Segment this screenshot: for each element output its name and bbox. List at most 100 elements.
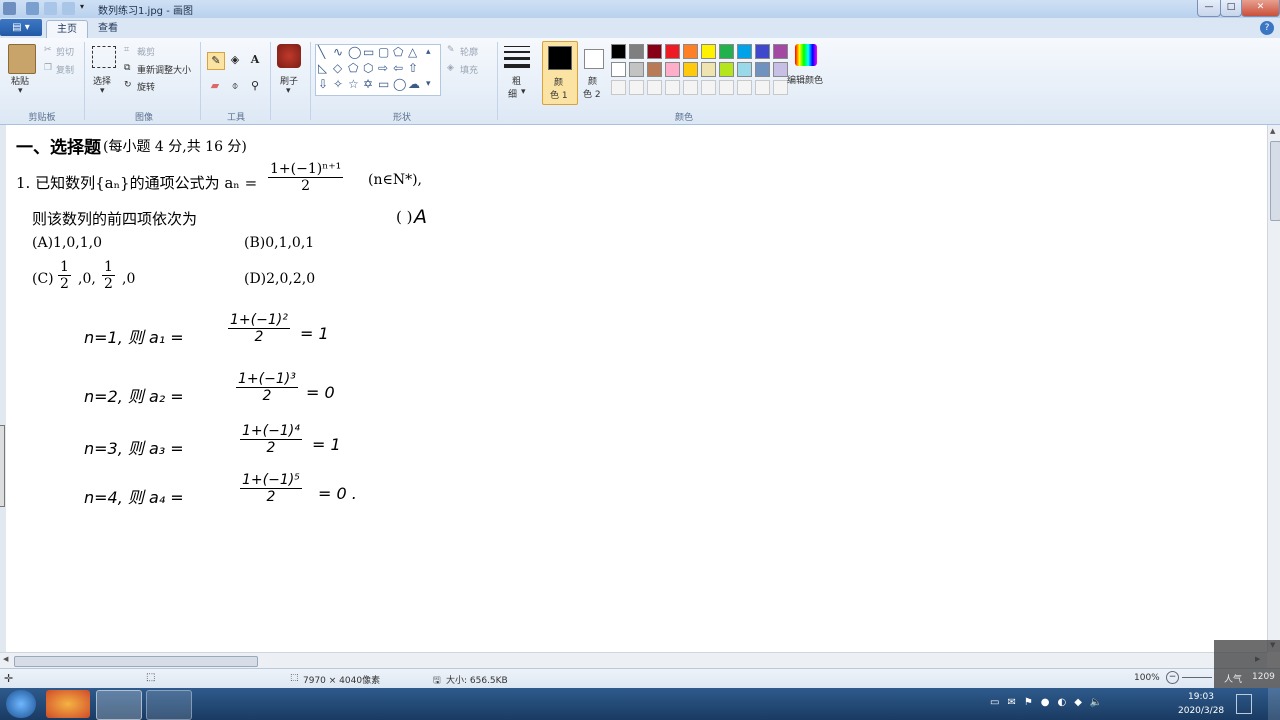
polygon-shape-icon[interactable]: ⬠ <box>393 45 403 59</box>
line-shape-icon[interactable]: ╲ <box>318 45 325 59</box>
palette-swatch[interactable] <box>719 62 734 77</box>
palette-swatch[interactable] <box>647 62 662 77</box>
size-label-bottom[interactable]: 细 <box>508 87 517 100</box>
five-point-star-shape-icon[interactable]: ☆ <box>348 77 359 91</box>
system-tray-icons[interactable]: ▭✉⚑●◐◆🔈 <box>990 697 1140 711</box>
rectangle-shape-icon[interactable]: ▭ <box>363 45 374 59</box>
text-tool-icon[interactable]: A <box>247 52 263 68</box>
zoom-out-button[interactable]: − <box>1166 671 1179 684</box>
palette-swatch[interactable] <box>701 62 716 77</box>
palette-swatch[interactable] <box>683 62 698 77</box>
shapes-gallery[interactable]: ╲ ∿ ◯ ▭ ▢ ⬠ △ ◺ ◇ ⬠ ⬡ ⇨ ⇦ ⇧ ⇩ ✧ ☆ ✡ ▭ ◯ … <box>315 44 441 96</box>
rotate-button[interactable]: 旋转 <box>137 80 155 93</box>
pencil-icon[interactable]: ✎ <box>207 52 225 70</box>
custom-color-slot[interactable] <box>755 80 770 95</box>
palette-swatch[interactable] <box>737 62 752 77</box>
canvas[interactable]: 一、选择题 (每小题 4 分,共 16 分) 1. 已知数列{aₙ}的通项公式为… <box>0 125 1267 652</box>
redo-quick-icon[interactable] <box>62 2 75 15</box>
palette-swatch[interactable] <box>737 44 752 59</box>
custom-color-slot[interactable] <box>773 80 788 95</box>
taskbar-app-360-icon[interactable] <box>46 690 90 718</box>
clock-date[interactable]: 2020/3/28 <box>1178 706 1224 716</box>
palette-swatch[interactable] <box>773 62 788 77</box>
custom-color-slot[interactable] <box>737 80 752 95</box>
fill-button[interactable]: 填充 <box>460 63 478 76</box>
tab-view[interactable]: 查看 <box>90 20 126 37</box>
action-center-icon[interactable] <box>1236 694 1252 714</box>
curve-shape-icon[interactable]: ∿ <box>333 45 343 59</box>
callout-cloud-shape-icon[interactable]: ☁ <box>408 77 420 91</box>
scroll-up-arrow-icon[interactable]: ▲ <box>1270 127 1275 135</box>
vertical-scroll-thumb[interactable] <box>1270 141 1280 221</box>
magnifier-icon[interactable]: ⚲ <box>247 78 263 94</box>
four-point-star-shape-icon[interactable]: ✧ <box>333 77 343 91</box>
custom-color-slot[interactable] <box>647 80 662 95</box>
custom-color-slot[interactable] <box>719 80 734 95</box>
palette-swatch[interactable] <box>611 44 626 59</box>
minimize-button[interactable]: — <box>1197 0 1221 17</box>
show-desktop-button[interactable] <box>1268 688 1280 720</box>
callout-rect-shape-icon[interactable]: ▭ <box>378 77 389 91</box>
pentagon-shape-icon[interactable]: ⬠ <box>348 61 358 75</box>
copy-button[interactable]: 复制 <box>56 63 74 76</box>
custom-color-slot[interactable] <box>701 80 716 95</box>
color1-button[interactable]: 颜 色 1 <box>542 41 578 105</box>
paint-app-icon[interactable] <box>3 2 16 15</box>
palette-swatch[interactable] <box>611 62 626 77</box>
size-label-top[interactable]: 粗 <box>512 74 521 87</box>
right-triangle-shape-icon[interactable]: ◺ <box>318 61 327 75</box>
palette-swatch[interactable] <box>755 62 770 77</box>
size-dropdown-icon[interactable]: ▾ <box>521 87 526 97</box>
paste-dropdown-icon[interactable]: ▾ <box>18 86 23 96</box>
custom-color-slot[interactable] <box>629 80 644 95</box>
color-picker-icon[interactable]: ⌽ <box>227 78 243 94</box>
select-icon[interactable] <box>92 46 116 68</box>
paste-icon[interactable] <box>8 44 36 74</box>
left-arrow-shape-icon[interactable]: ⇦ <box>393 61 403 75</box>
fill-bucket-icon[interactable]: ◈ <box>227 52 243 68</box>
callout-oval-shape-icon[interactable]: ◯ <box>393 77 406 91</box>
horizontal-scroll-thumb[interactable] <box>14 656 258 667</box>
palette-swatch[interactable] <box>683 44 698 59</box>
scroll-left-arrow-icon[interactable]: ◀ <box>3 655 8 663</box>
brush-icon[interactable] <box>277 44 301 68</box>
up-arrow-shape-icon[interactable]: ⇧ <box>408 61 418 75</box>
size-icon[interactable] <box>504 46 530 68</box>
custom-color-slot[interactable] <box>665 80 680 95</box>
down-arrow-shape-icon[interactable]: ⇩ <box>318 77 328 91</box>
undo-quick-icon[interactable] <box>44 2 57 15</box>
palette-swatch[interactable] <box>773 44 788 59</box>
six-point-star-shape-icon[interactable]: ✡ <box>363 77 373 91</box>
oval-shape-icon[interactable]: ◯ <box>348 45 361 59</box>
eraser-icon[interactable]: ▰ <box>207 78 223 94</box>
shapes-more-icon[interactable]: ▾ <box>426 79 431 89</box>
outline-button[interactable]: 轮廓 <box>460 45 478 58</box>
resize-button[interactable]: 重新调整大小 <box>137 63 191 76</box>
triangle-shape-icon[interactable]: △ <box>408 45 417 59</box>
clock-time[interactable]: 19:03 <box>1188 692 1214 702</box>
palette-swatch[interactable] <box>719 44 734 59</box>
palette-swatch[interactable] <box>647 44 662 59</box>
diamond-shape-icon[interactable]: ◇ <box>333 61 342 75</box>
zoom-slider[interactable] <box>1182 677 1212 678</box>
vertical-scrollbar[interactable]: ▲ ▼ <box>1267 125 1280 652</box>
hexagon-shape-icon[interactable]: ⬡ <box>363 61 373 75</box>
palette-swatch[interactable] <box>629 44 644 59</box>
brushes-dropdown-icon[interactable]: ▾ <box>286 86 291 96</box>
custom-color-slot[interactable] <box>683 80 698 95</box>
close-button[interactable]: ✕ <box>1241 0 1280 17</box>
palette-swatch[interactable] <box>629 62 644 77</box>
start-button-icon[interactable] <box>6 690 36 718</box>
shapes-scroll-up-icon[interactable]: ▴ <box>426 47 431 57</box>
help-icon[interactable]: ? <box>1260 21 1274 35</box>
palette-swatch[interactable] <box>665 44 680 59</box>
taskbar-paint-icon[interactable] <box>96 690 142 720</box>
save-quick-icon[interactable] <box>26 2 39 15</box>
palette-swatch[interactable] <box>755 44 770 59</box>
horizontal-scrollbar[interactable]: ◀ ▶ <box>0 652 1267 669</box>
right-arrow-shape-icon[interactable]: ⇨ <box>378 61 388 75</box>
select-dropdown-icon[interactable]: ▾ <box>100 86 105 96</box>
customize-quick-access-icon[interactable]: ▾ <box>80 2 88 15</box>
canvas-resize-handle[interactable] <box>0 425 5 507</box>
maximize-button[interactable]: □ <box>1220 0 1242 17</box>
